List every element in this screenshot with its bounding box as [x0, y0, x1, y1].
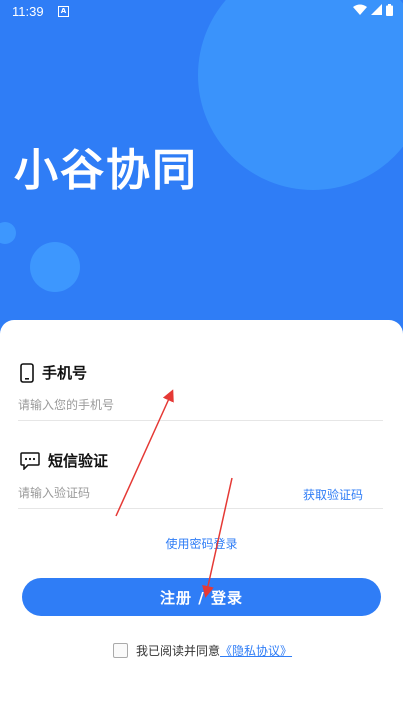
notification-a-icon: A — [58, 6, 69, 17]
decor-circle-large — [198, 0, 403, 190]
status-icons — [353, 4, 393, 16]
password-login-link[interactable]: 使用密码登录 — [0, 535, 403, 552]
message-icon — [20, 451, 40, 470]
phone-icon — [20, 362, 34, 383]
phone-input[interactable] — [18, 398, 278, 412]
register-login-button[interactable]: 注册 / 登录 — [22, 578, 381, 616]
status-time: 11:39 — [12, 4, 44, 19]
status-bar: 11:39 A — [0, 0, 403, 24]
phone-field-header: 手机号 — [20, 362, 87, 383]
signal-icon — [371, 4, 382, 15]
get-code-button[interactable]: 获取验证码 — [303, 486, 363, 503]
agreement-checkbox[interactable] — [113, 643, 128, 658]
app-title: 小谷协同 — [14, 145, 198, 196]
sms-label: 短信验证 — [48, 452, 109, 470]
battery-icon — [386, 4, 393, 16]
agreement-row: 我已阅读并同意 《隐私协议》 — [113, 642, 292, 659]
decor-circle-medium — [30, 242, 80, 292]
sms-code-input[interactable] — [18, 486, 278, 500]
privacy-policy-link[interactable]: 《隐私协议》 — [220, 642, 292, 659]
agreement-text: 我已阅读并同意 — [136, 644, 221, 658]
sms-field-header: 短信验证 — [20, 450, 108, 471]
sms-input-row: 获取验证码 — [18, 482, 383, 509]
phone-input-row — [18, 394, 383, 421]
wifi-icon — [353, 4, 367, 15]
decor-circle-small — [0, 222, 16, 244]
login-card: 手机号 短信验证 获取验证码 使用密码登录 注册 / 登录 我已阅读并同意 《隐… — [0, 320, 403, 716]
phone-label: 手机号 — [42, 364, 88, 382]
header-banner: 11:39 A 小谷协同 — [0, 0, 403, 340]
